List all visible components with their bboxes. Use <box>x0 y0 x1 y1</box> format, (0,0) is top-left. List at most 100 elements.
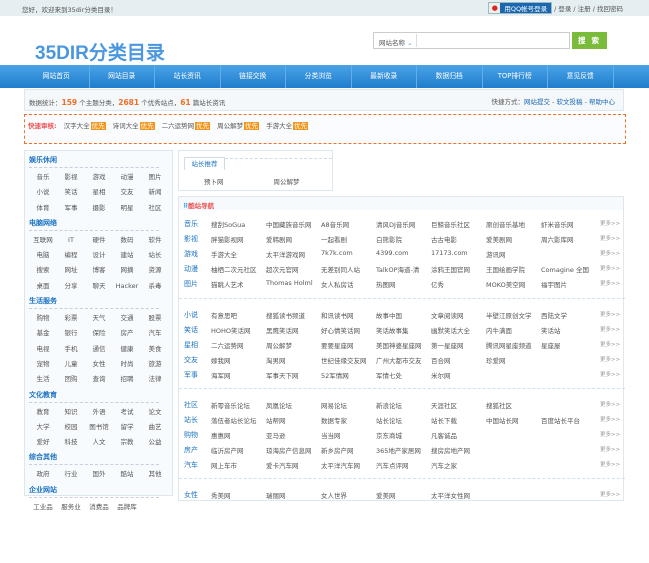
sidebar-item[interactable]: 健康 <box>113 342 141 357</box>
site-link[interactable]: 星座屋 <box>541 340 593 350</box>
sidebar-item[interactable]: IT <box>57 233 85 248</box>
sidebar-item[interactable]: 手机 <box>57 342 85 357</box>
sidebar-item[interactable]: 政府 <box>29 467 57 482</box>
more-link[interactable]: 更多>> <box>600 370 620 378</box>
site-link[interactable]: 热图网 <box>376 279 428 289</box>
sidebar-item[interactable]: 图片 <box>141 170 169 185</box>
site-link[interactable]: A8音乐网 <box>321 219 373 229</box>
site-link[interactable]: 涂鸦王国官网 <box>431 264 483 274</box>
site-nav-category[interactable]: 军事 <box>184 370 198 380</box>
site-nav-category[interactable]: 笑话 <box>184 325 198 335</box>
nav-item[interactable]: 意见反馈 <box>548 65 614 88</box>
more-link[interactable]: 更多>> <box>600 355 620 363</box>
site-link[interactable]: 亿秀 <box>431 279 483 289</box>
site-nav-category[interactable]: 动漫 <box>184 264 198 274</box>
nav-item[interactable]: 数据归档 <box>417 65 483 88</box>
sidebar-item[interactable]: 网址 <box>57 263 85 278</box>
sidebar-item[interactable]: 小说 <box>29 185 57 200</box>
sidebar-item[interactable]: 影视 <box>57 170 85 185</box>
sidebar-item[interactable]: 图书馆 <box>85 420 113 435</box>
qq-login-button[interactable]: ● 用QQ帐号登录 <box>488 2 553 14</box>
site-link[interactable]: 新乡房产网 <box>321 445 373 455</box>
sidebar-item[interactable]: 品牌库 <box>113 500 141 515</box>
sidebar-item[interactable]: 考试 <box>113 405 141 420</box>
site-link[interactable]: 故事中国 <box>376 310 428 320</box>
search-input[interactable] <box>416 34 566 47</box>
site-link[interactable]: 汽车之家 <box>431 460 483 470</box>
site-nav-category[interactable]: 汽车 <box>184 460 198 470</box>
site-nav-category[interactable]: 音乐 <box>184 219 198 229</box>
site-link[interactable]: 搜狐读书频道 <box>266 310 318 320</box>
site-link[interactable]: 落伍者站长论坛 <box>211 415 263 425</box>
site-nav-category[interactable]: 社区 <box>184 400 198 410</box>
site-link[interactable]: 站帮网 <box>266 415 318 425</box>
site-link[interactable]: 站长下载 <box>431 415 483 425</box>
quick-link-help[interactable]: 帮助中心 <box>589 98 615 106</box>
sidebar-item[interactable]: 消费品 <box>85 500 113 515</box>
site-link[interactable]: 凡客诚品 <box>431 430 483 440</box>
site-link[interactable]: 猫眺人艺术 <box>211 279 263 289</box>
site-link[interactable]: 4399.com <box>376 249 428 257</box>
sidebar-item[interactable]: 硬件 <box>85 233 113 248</box>
fast-review-item[interactable]: 二六运势网 优先 <box>162 120 211 138</box>
quick-link-article[interactable]: 软文投稿 <box>557 98 583 106</box>
sidebar-item[interactable]: 房产 <box>113 326 141 341</box>
tab-recommend[interactable]: 站长推荐 <box>184 157 225 170</box>
more-link[interactable]: 更多>> <box>600 264 620 272</box>
site-link[interactable]: 文章阅读网 <box>431 310 483 320</box>
fast-review-name[interactable]: 手游大全 <box>266 122 292 130</box>
sidebar-item[interactable]: 网摘 <box>113 263 141 278</box>
nav-item[interactable]: 链接交换 <box>221 65 286 88</box>
site-nav-category[interactable]: 小说 <box>184 310 198 320</box>
sidebar-item[interactable]: 汽车 <box>141 326 169 341</box>
sidebar-category-title[interactable]: 综合其他 <box>29 451 159 466</box>
site-link[interactable]: 百度站长平台 <box>541 415 593 425</box>
site-link[interactable]: 内牛满面 <box>486 325 538 335</box>
more-link[interactable]: 更多>> <box>600 400 620 408</box>
site-link[interactable]: 白熊影院 <box>376 234 428 244</box>
sidebar-item[interactable]: 其他 <box>141 467 169 482</box>
site-link[interactable]: 新浪论坛 <box>376 400 428 410</box>
sidebar-item[interactable]: 互联网 <box>29 233 57 248</box>
sidebar-item[interactable]: 军事 <box>57 201 85 216</box>
sidebar-item[interactable]: 桌面 <box>29 279 57 294</box>
site-link[interactable]: 爱韩剧网 <box>266 234 318 244</box>
site-link[interactable]: 笑话故事集 <box>376 325 428 335</box>
sidebar-item[interactable]: 大学 <box>29 420 57 435</box>
more-link[interactable]: 更多>> <box>600 219 620 227</box>
site-link[interactable]: Thomas Holml <box>266 279 318 287</box>
sidebar-item[interactable]: 教育 <box>29 405 57 420</box>
sidebar-category-title[interactable]: 生活服务 <box>29 295 159 310</box>
sidebar-item[interactable]: 星相 <box>85 185 113 200</box>
site-link[interactable]: TalkOP海道-清 <box>376 264 428 274</box>
site-link[interactable]: 世纪佳缘交友网 <box>321 355 373 365</box>
sidebar-item[interactable]: 行业 <box>57 467 85 482</box>
fast-review-item[interactable]: 手游大全 优先 <box>266 120 309 138</box>
site-link[interactable]: 搜狐社区 <box>486 400 538 410</box>
site-link[interactable]: MOKO美空网 <box>486 279 538 289</box>
site-link[interactable]: 王国绘画学院 <box>486 264 538 274</box>
more-link[interactable]: 更多>> <box>600 445 620 453</box>
site-link[interactable]: 中国藏族音乐网 <box>266 219 318 229</box>
more-link[interactable]: 更多>> <box>600 310 620 318</box>
sidebar-item[interactable]: 购物 <box>29 311 57 326</box>
site-nav-category[interactable]: 影视 <box>184 234 198 244</box>
nav-item[interactable]: 最新收录 <box>352 65 417 88</box>
sidebar-item[interactable]: 银行 <box>57 326 85 341</box>
more-link[interactable]: 更多>> <box>600 279 620 287</box>
nav-item[interactable]: TOP排行榜 <box>483 65 548 88</box>
sidebar-item[interactable]: 软件 <box>141 233 169 248</box>
sidebar-item[interactable]: 留学 <box>113 420 141 435</box>
site-link[interactable]: 亚马逊 <box>266 430 318 440</box>
sidebar-item[interactable]: 分享 <box>57 279 85 294</box>
site-link[interactable]: 网易论坛 <box>321 400 373 410</box>
site-link[interactable]: 二六运势网 <box>211 340 263 350</box>
sidebar-category-title[interactable]: 电脑网络 <box>29 217 159 231</box>
sidebar-item[interactable]: 团购 <box>57 372 85 387</box>
site-link[interactable]: 笑话站 <box>541 325 593 335</box>
site-nav-category[interactable]: 游戏 <box>184 249 198 259</box>
sidebar-item[interactable]: 校园 <box>57 420 85 435</box>
site-link[interactable]: 原创音乐基地 <box>486 219 538 229</box>
sidebar-item[interactable]: 建站 <box>113 248 141 263</box>
site-link[interactable]: 7k7k.com <box>321 249 373 257</box>
